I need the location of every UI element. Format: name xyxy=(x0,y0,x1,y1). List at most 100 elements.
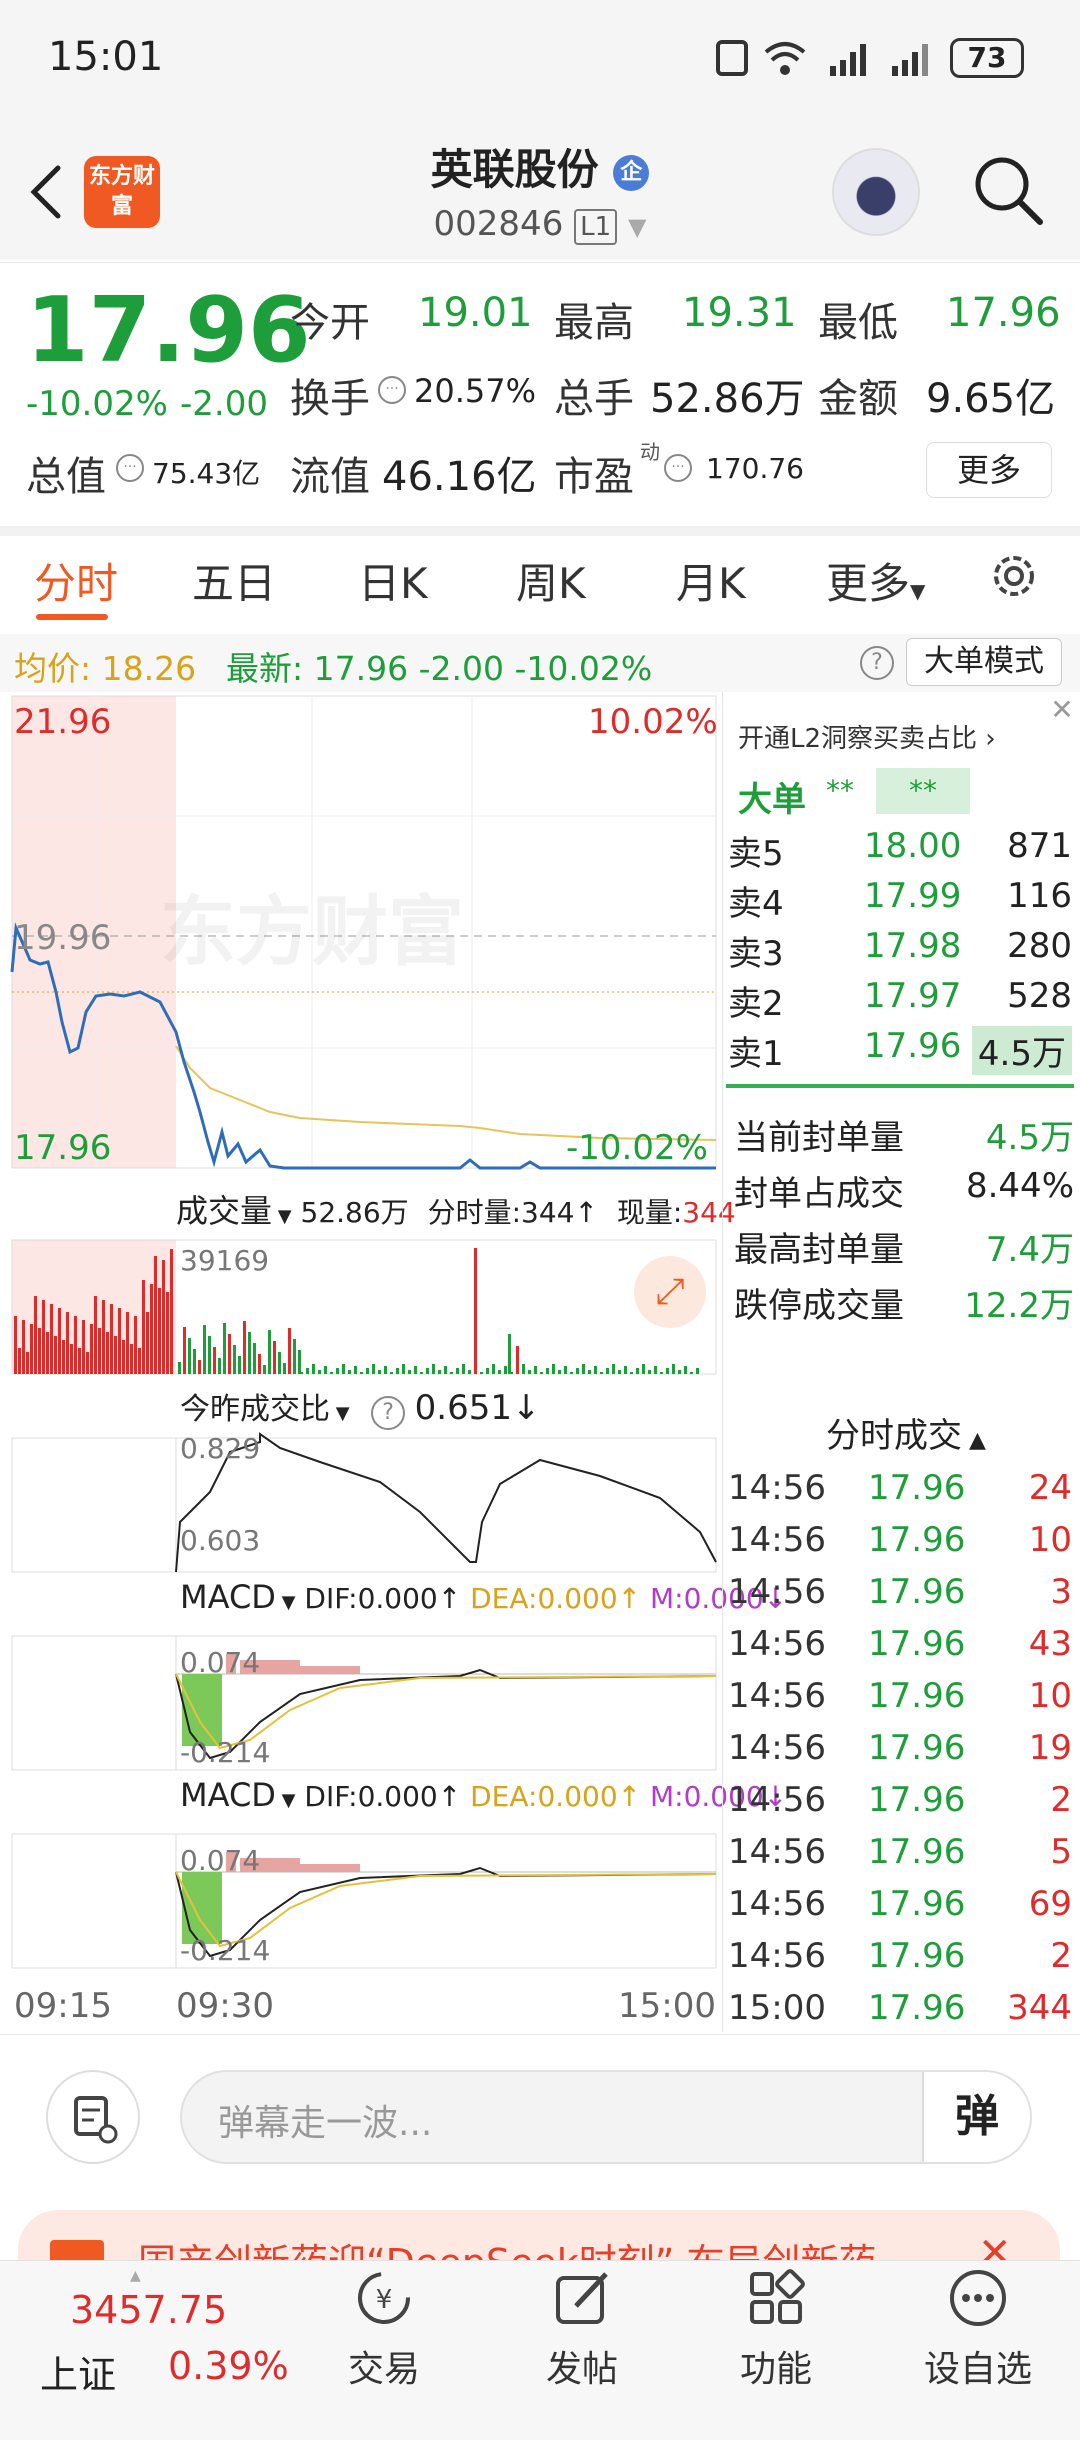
dropdown-arrow-icon: ▼ xyxy=(910,579,926,603)
danmu-toggle-button[interactable]: 弹 xyxy=(922,2072,1030,2162)
chevron-down-icon[interactable]: ▼ xyxy=(628,213,646,241)
big-order-mode-button[interactable]: 大单模式 xyxy=(906,638,1062,686)
svg-text:¥: ¥ xyxy=(376,2285,393,2315)
function-grid-icon[interactable] xyxy=(746,2268,806,2328)
expand-icon[interactable]: ⤢ xyxy=(634,1256,706,1328)
comment-settings-icon[interactable] xyxy=(46,2070,140,2164)
macd2-selector[interactable]: MACD ▼ xyxy=(180,1776,296,1814)
tab-more[interactable]: 更多▼ xyxy=(826,550,925,611)
volume-bar xyxy=(438,1370,441,1374)
tab-daily-k[interactable]: 日K xyxy=(358,550,428,611)
latest-label: 最新: xyxy=(226,649,304,688)
tab-monthly-k[interactable]: 月K xyxy=(676,550,746,611)
volume-bar xyxy=(624,1366,627,1374)
pe-value: 170.76 xyxy=(706,452,804,485)
macd2-header: MACD ▼ DIF:0.000↑ DEA:0.000↑ M:0.000↓ xyxy=(180,1776,787,1814)
ratio-selector[interactable]: 今昨成交比 ▼ xyxy=(180,1392,350,1427)
amount-value: 9.65亿 xyxy=(926,376,1056,422)
chart-watermark: 东方财富 xyxy=(160,887,464,976)
index-ticker[interactable]: ▲ 3457.75 上证 0.39% xyxy=(30,2268,290,2428)
volume-bar xyxy=(432,1364,435,1374)
search-icon[interactable] xyxy=(970,152,1046,228)
trade-row: 15:00 17.96 344 xyxy=(728,1984,1078,2036)
signal-icon-2 xyxy=(890,40,936,76)
ask-row[interactable]: 卖5 18.00 871 xyxy=(724,822,1080,874)
stat-value: 7.4万 xyxy=(985,1230,1074,1270)
volume-bar xyxy=(218,1358,221,1374)
volume-bar xyxy=(666,1368,669,1374)
volume-selector[interactable]: 成交量 ▼ xyxy=(176,1192,292,1230)
x-mid-label: 09:30 xyxy=(176,1986,274,2026)
macd2-max-label: 0.074 xyxy=(180,1844,261,1877)
more-dots-icon[interactable] xyxy=(948,2268,1008,2328)
ask-row[interactable]: 卖4 17.99 116 xyxy=(724,872,1080,924)
volume-bar xyxy=(468,1370,471,1374)
volume-bar xyxy=(138,1348,141,1374)
volume-bar xyxy=(546,1368,549,1374)
ask-label: 卖1 xyxy=(728,1034,784,1074)
macd2-min-label: -0.214 xyxy=(180,1934,271,1967)
stat-label: 跌停成交量 xyxy=(734,1286,904,1326)
volume-header: 成交量 ▼ 52.86万 分时量:344↑ 现量:344 xyxy=(176,1186,736,1236)
trade-time: 14:56 xyxy=(728,1936,826,1976)
index-value: 3457.75 xyxy=(70,2288,228,2332)
index-change: 0.39% xyxy=(168,2344,289,2388)
help-icon[interactable]: ? xyxy=(860,646,894,680)
ask-row[interactable]: 卖2 17.97 528 xyxy=(724,972,1080,1024)
post-edit-icon[interactable] xyxy=(552,2268,612,2328)
y-max-label: 21.96 xyxy=(14,702,112,742)
level-badge[interactable]: L1 xyxy=(574,209,618,245)
macd-selector[interactable]: MACD ▼ xyxy=(180,1578,296,1616)
x-start-label: 09:15 xyxy=(14,1986,112,2026)
ask-price: 17.97 xyxy=(864,976,962,1016)
tab-five-day[interactable]: 五日 xyxy=(192,550,276,611)
latest-price: 最新: 17.96 -2.00 -10.02% xyxy=(226,642,652,690)
volume-bar xyxy=(203,1325,206,1374)
nav-add-watchlist[interactable]: 设自选 xyxy=(898,2340,1058,2392)
big-order-bar: ** xyxy=(876,768,970,814)
stat-value: 8.44% xyxy=(965,1166,1074,1206)
more-button[interactable]: 更多 xyxy=(926,442,1052,498)
danmu-toggle-label: 弹 xyxy=(955,2091,999,2142)
nfc-icon xyxy=(716,40,748,76)
trade-price: 17.96 xyxy=(868,1780,966,1820)
volume-bar xyxy=(228,1334,231,1374)
trade-icon[interactable]: ¥ xyxy=(354,2268,414,2328)
close-icon[interactable]: ✕ xyxy=(1046,694,1078,726)
volume-bar xyxy=(150,1284,153,1374)
ratio-panel-frame xyxy=(11,1437,717,1573)
danmu-input[interactable]: 弹幕走一波... xyxy=(180,2070,1032,2164)
l2-promo-link[interactable]: 开通L2洞察买卖占比 › xyxy=(738,718,996,755)
volume-bar xyxy=(564,1366,567,1374)
ask-row[interactable]: 卖1 17.96 4.5万 xyxy=(724,1022,1080,1075)
stat-label: 当前封单量 xyxy=(734,1118,904,1158)
chevron-down-icon: ▼ xyxy=(275,1592,296,1613)
wifi-icon xyxy=(762,38,808,78)
trade-volume: 10 xyxy=(1028,1520,1072,1560)
macd2-dif: DIF:0.000↑ xyxy=(304,1780,462,1813)
robot-avatar-icon[interactable] xyxy=(832,148,920,236)
nav-function[interactable]: 功能 xyxy=(696,2340,856,2392)
trade-time: 14:56 xyxy=(728,1832,826,1872)
settings-gear-icon[interactable] xyxy=(986,548,1042,604)
nav-trade[interactable]: 交易 xyxy=(304,2340,464,2392)
ratio-value: 0.651↓ xyxy=(414,1388,541,1428)
help-icon[interactable]: ? xyxy=(371,1396,406,1430)
tab-intraday[interactable]: 分时 xyxy=(34,550,118,611)
info-dots-icon[interactable]: ··· xyxy=(116,454,144,482)
big-order-label: 大单 xyxy=(738,780,806,820)
info-dots-icon[interactable]: ··· xyxy=(378,376,406,404)
volume-bar xyxy=(690,1372,693,1374)
status-time: 15:01 xyxy=(48,34,164,80)
trades-title[interactable]: 分时成交 ▲ xyxy=(826,1408,986,1457)
volume-bar xyxy=(42,1300,45,1374)
trade-row: 14:56 17.96 3 xyxy=(728,1568,1078,1620)
info-dots-icon[interactable]: ··· xyxy=(664,454,692,482)
ask-row[interactable]: 卖3 17.98 280 xyxy=(724,922,1080,974)
trade-time: 14:56 xyxy=(728,1780,826,1820)
stock-code: 002846 xyxy=(433,204,564,244)
tab-weekly-k[interactable]: 周K xyxy=(516,550,586,611)
trade-price: 17.96 xyxy=(868,1624,966,1664)
volume-bar xyxy=(486,1368,489,1374)
nav-post[interactable]: 发帖 xyxy=(502,2340,662,2392)
